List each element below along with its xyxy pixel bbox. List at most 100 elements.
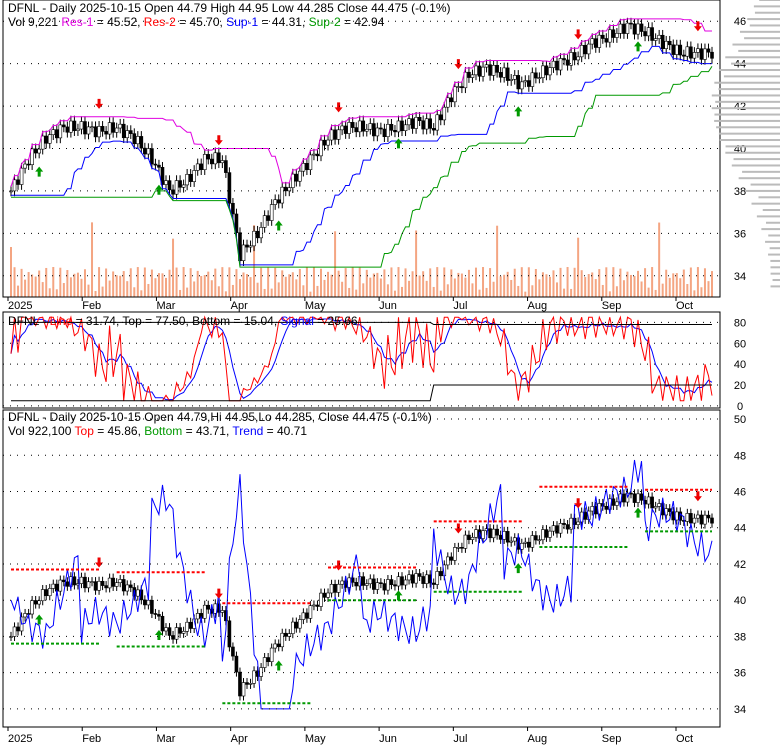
candle-body <box>431 582 436 585</box>
candle-body <box>456 546 461 549</box>
candle-body <box>403 124 408 132</box>
volume-bar <box>87 284 90 297</box>
volume-bar <box>295 279 298 297</box>
candle-body <box>643 31 647 37</box>
candle-body <box>424 574 429 584</box>
candle-body <box>386 123 390 138</box>
buy-arrow-icon <box>154 630 163 641</box>
y-tick-label: 38 <box>734 631 746 643</box>
candle-body <box>386 579 390 591</box>
x-tick-label: Aug <box>528 300 548 312</box>
volume-bar <box>492 281 495 297</box>
candle-body <box>544 65 549 76</box>
candle-body <box>51 129 56 136</box>
volume-bar <box>10 247 12 297</box>
candle-body <box>44 589 49 597</box>
candle-body <box>121 579 126 592</box>
volume-bar <box>52 267 55 297</box>
top-value: = 45.86, <box>93 424 145 438</box>
candle-body <box>143 147 147 155</box>
candle-body <box>421 120 425 130</box>
top-label: Top <box>74 424 94 438</box>
volume-bar <box>69 277 72 297</box>
signal-value: = 25.66 <box>313 314 358 328</box>
volume-bar <box>365 269 368 297</box>
candle-body <box>604 505 609 510</box>
candle-body <box>195 613 200 620</box>
volume-bar <box>689 267 692 297</box>
volume-bar <box>305 267 308 297</box>
volume-bar <box>453 278 456 297</box>
sell-arrow-icon <box>95 557 104 568</box>
candle-body <box>597 34 602 48</box>
volume-profile-bar <box>731 164 780 167</box>
volume-bar <box>534 268 537 297</box>
candle-body <box>650 496 654 509</box>
candle-body <box>703 48 707 60</box>
candle-body <box>294 173 299 182</box>
candle-body <box>696 48 700 53</box>
candle-body <box>481 530 485 539</box>
candle-body <box>488 64 492 76</box>
volume-profile-bar <box>718 132 780 135</box>
candle-body <box>269 204 274 221</box>
volume-profile-bar <box>770 266 780 269</box>
candle-body <box>40 135 45 150</box>
volume-bar <box>147 283 150 297</box>
candle-body <box>121 123 126 139</box>
candle-body <box>93 581 98 591</box>
volume-bar <box>693 290 696 297</box>
volume-bar <box>686 284 689 297</box>
candle-body <box>298 170 302 182</box>
candle-body <box>403 579 408 586</box>
candle-body <box>608 29 612 43</box>
candle-body <box>537 77 542 80</box>
candle-body <box>220 160 225 164</box>
volume-bar <box>20 268 23 297</box>
price-summary: DFNL - Daily 2025-10-15 Open 44.79 High … <box>8 1 451 15</box>
volume-bar <box>503 274 506 297</box>
candle-body <box>347 122 351 134</box>
volume-bar <box>263 288 266 297</box>
candle-body <box>664 40 669 49</box>
candle-body <box>551 60 556 68</box>
volume-bar <box>584 277 587 297</box>
volume-bar <box>284 276 287 297</box>
candle-body <box>435 114 440 131</box>
volume-bar <box>651 267 654 297</box>
x-tick-label: Jul <box>453 300 467 312</box>
candle-body <box>72 120 77 131</box>
candle-body <box>178 180 182 188</box>
candle-body <box>463 71 468 89</box>
candle-body <box>393 130 397 133</box>
x-tick-label: Mar <box>156 733 175 745</box>
candle-body <box>90 581 94 583</box>
candle-body <box>164 627 168 632</box>
candle-body <box>653 506 658 509</box>
volume-bar <box>679 278 682 297</box>
candle-body <box>558 523 563 534</box>
candle-body <box>146 148 151 155</box>
volume-bar <box>517 285 520 297</box>
candle-body <box>488 528 492 539</box>
candle-body <box>382 128 387 138</box>
candle-body <box>477 65 482 77</box>
candle-body <box>280 632 285 648</box>
y-tick-label: 36 <box>734 668 746 680</box>
candle-body <box>336 129 341 140</box>
volume-profile-bar <box>754 11 780 14</box>
candle-body <box>90 126 94 129</box>
volume-bar <box>344 268 347 297</box>
volume-bar <box>175 267 178 297</box>
volume-bar <box>446 284 449 297</box>
candle-body <box>646 27 651 37</box>
sup1-value: = 44.31, <box>258 15 306 29</box>
buy-arrow-icon <box>274 220 283 231</box>
volume-bar <box>316 285 319 297</box>
candle-body <box>460 546 464 549</box>
volume-profile-bar <box>725 145 780 148</box>
volume-bar <box>334 231 337 297</box>
candle-body <box>512 75 517 80</box>
candle-body <box>315 604 320 607</box>
candle-body <box>69 120 73 133</box>
